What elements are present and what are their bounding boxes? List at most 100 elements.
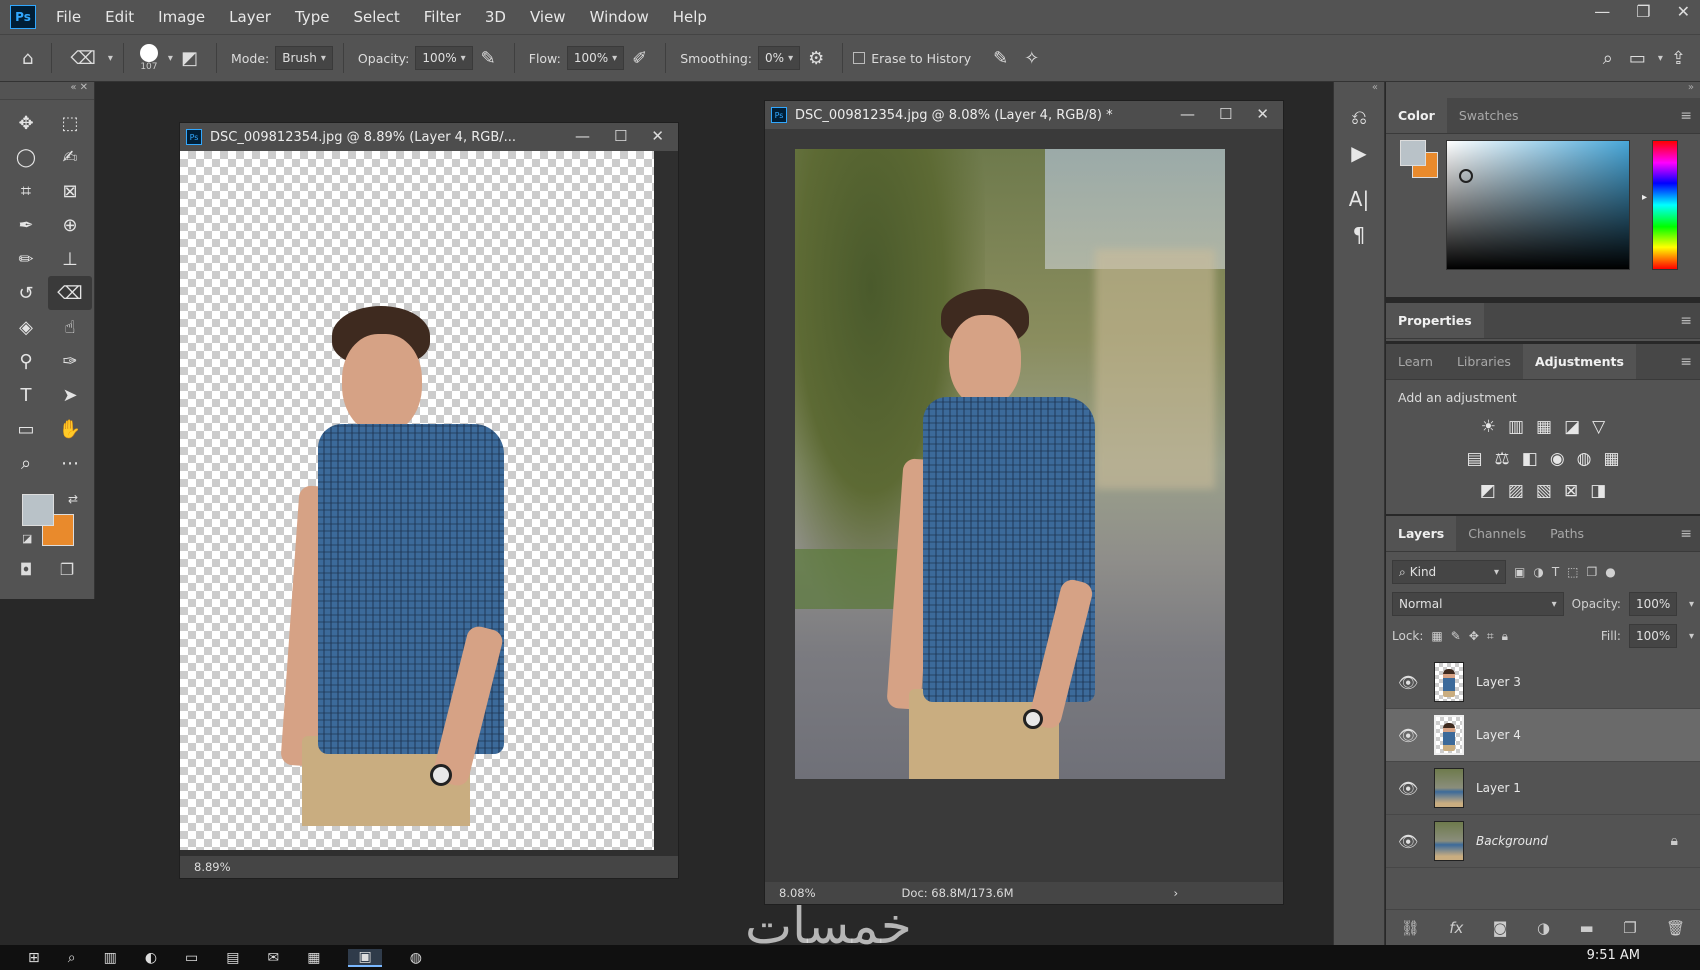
- visibility-eye-icon[interactable]: 👁︎: [1398, 832, 1422, 851]
- default-colors-icon[interactable]: ◪: [22, 532, 32, 545]
- crop-tool-icon[interactable]: ⌗: [4, 174, 48, 208]
- menu-filter[interactable]: Filter: [424, 8, 461, 26]
- tab-layers[interactable]: Layers: [1386, 516, 1457, 551]
- chevron-down-icon[interactable]: ▾: [1689, 631, 1694, 642]
- color-panel-foreground-swatch[interactable]: [1400, 140, 1426, 166]
- visibility-eye-icon[interactable]: 👁︎: [1398, 779, 1422, 798]
- layer-row-background[interactable]: 👁︎ Background 🔒︎: [1386, 815, 1700, 868]
- gear-icon[interactable]: ⚙: [808, 48, 824, 69]
- menu-3d[interactable]: 3D: [485, 8, 506, 26]
- hue-slider-arrow-icon[interactable]: ▸: [1642, 192, 1647, 203]
- airbrush-icon[interactable]: ✐: [632, 48, 647, 69]
- filter-pixel-icon[interactable]: ▣: [1514, 565, 1525, 579]
- visibility-eye-icon[interactable]: 👁︎: [1398, 726, 1422, 745]
- store-icon[interactable]: ▤: [226, 950, 239, 966]
- eraser-tool-preset-icon[interactable]: ⌫: [70, 48, 95, 69]
- swap-colors-icon[interactable]: ⇄: [68, 492, 78, 506]
- chrome-icon[interactable]: ◍: [410, 950, 422, 966]
- lock-icon[interactable]: 🔒︎: [1671, 833, 1678, 849]
- minimize-icon[interactable]: —: [1180, 105, 1195, 123]
- maximize-icon[interactable]: ☐: [1219, 105, 1232, 123]
- taskbar-clock[interactable]: 9:51 AM: [1587, 948, 1640, 963]
- actions-play-icon[interactable]: ▶: [1334, 141, 1384, 165]
- add-mask-icon[interactable]: ◙: [1493, 919, 1508, 937]
- vibrance-icon[interactable]: ▽: [1592, 417, 1605, 437]
- erase-to-history-checkbox[interactable]: [853, 52, 866, 64]
- document-1-titlebar[interactable]: Ps DSC_009812354.jpg @ 8.89% (Layer 4, R…: [180, 123, 678, 151]
- history-brush-tool-icon[interactable]: ↺: [4, 276, 48, 310]
- foreground-color-swatch[interactable]: [22, 494, 54, 526]
- layer-style-fx-icon[interactable]: fx: [1449, 919, 1463, 937]
- panel-menu-icon[interactable]: ≡: [1680, 354, 1692, 370]
- new-adjustment-layer-icon[interactable]: ◑: [1537, 919, 1550, 937]
- filter-shape-icon[interactable]: ⬚: [1567, 565, 1578, 579]
- black-white-icon[interactable]: ◧: [1522, 449, 1538, 469]
- search-icon[interactable]: ⌕: [68, 950, 76, 966]
- lock-artboard-icon[interactable]: ⌗: [1487, 629, 1494, 644]
- layer-filter-select[interactable]: ⌕ Kind ▾: [1392, 560, 1506, 584]
- hue-slider[interactable]: [1652, 140, 1678, 270]
- brush-tool-icon[interactable]: ✏: [4, 242, 48, 276]
- eraser-tool-icon[interactable]: ⌫: [48, 276, 92, 310]
- hand-tool-icon[interactable]: ✋: [48, 412, 92, 446]
- windows-start-icon[interactable]: ⊞: [28, 950, 40, 966]
- tab-properties[interactable]: Properties: [1386, 303, 1484, 338]
- color-picker-cursor[interactable]: [1459, 169, 1473, 183]
- tab-swatches[interactable]: Swatches: [1447, 98, 1531, 133]
- menu-window[interactable]: Window: [590, 8, 649, 26]
- document-1-zoom[interactable]: 8.89%: [194, 860, 231, 874]
- lasso-tool-icon[interactable]: ◯: [4, 140, 48, 174]
- layer-fill-input[interactable]: 100%: [1628, 624, 1677, 648]
- quick-mask-icon[interactable]: ◘: [20, 560, 33, 579]
- delete-layer-trash-icon[interactable]: 🗑︎: [1666, 919, 1685, 937]
- document-2-info[interactable]: Doc: 68.8M/173.6M: [902, 886, 1014, 900]
- maximize-icon[interactable]: ☐: [614, 127, 627, 145]
- smudge-tool-icon[interactable]: ☝: [48, 310, 92, 344]
- color-lookup-icon[interactable]: ▦: [1604, 449, 1620, 469]
- flow-input[interactable]: 100% ▾: [566, 46, 625, 70]
- chevron-down-icon[interactable]: ▾: [108, 53, 113, 64]
- document-2-titlebar[interactable]: Ps DSC_009812354.jpg @ 8.08% (Layer 4, R…: [765, 101, 1283, 129]
- mail-icon[interactable]: ✉: [268, 950, 280, 966]
- menu-help[interactable]: Help: [673, 8, 707, 26]
- menu-edit[interactable]: Edit: [105, 8, 134, 26]
- layer-opacity-input[interactable]: 100%: [1628, 592, 1677, 616]
- filter-toggle[interactable]: ●: [1605, 565, 1615, 579]
- chevron-down-icon[interactable]: ▾: [1658, 53, 1663, 64]
- search-icon[interactable]: ⌕: [1603, 48, 1613, 69]
- exposure-icon[interactable]: ◪: [1564, 417, 1580, 437]
- menu-type[interactable]: Type: [295, 8, 329, 26]
- color-balance-icon[interactable]: ⚖: [1495, 449, 1510, 469]
- visibility-eye-icon[interactable]: 👁︎: [1398, 673, 1422, 692]
- menu-select[interactable]: Select: [353, 8, 399, 26]
- transparent-canvas[interactable]: [180, 151, 654, 850]
- brush-settings-icon[interactable]: ◩: [181, 48, 198, 69]
- share-icon[interactable]: ⇪: [1671, 48, 1686, 69]
- zoom-tool-icon[interactable]: ⌕: [4, 446, 48, 480]
- move-tool-icon[interactable]: ✥: [4, 106, 48, 140]
- menu-view[interactable]: View: [530, 8, 566, 26]
- symmetry-icon[interactable]: ✧: [1024, 48, 1039, 69]
- task-view-icon[interactable]: ▥: [104, 950, 117, 966]
- document-1-canvas-area[interactable]: [180, 151, 678, 858]
- pen-tool-icon[interactable]: ✑: [48, 344, 92, 378]
- tab-color[interactable]: Color: [1386, 98, 1447, 133]
- blend-mode-select[interactable]: Normal ▾: [1392, 592, 1564, 616]
- filter-adjustment-icon[interactable]: ◑: [1533, 565, 1543, 579]
- eyedropper-tool-icon[interactable]: ✒: [4, 208, 48, 242]
- tab-channels[interactable]: Channels: [1456, 516, 1538, 551]
- smoothing-input[interactable]: 0% ▾: [758, 46, 801, 70]
- home-icon[interactable]: ⌂: [22, 48, 33, 69]
- menu-layer[interactable]: Layer: [229, 8, 271, 26]
- document-2-canvas-area[interactable]: [765, 129, 1283, 884]
- layer-row-layer-3[interactable]: 👁︎ Layer 3: [1386, 656, 1700, 709]
- lock-position-icon[interactable]: ✥: [1469, 629, 1479, 643]
- frame-tool-icon[interactable]: ⊠: [48, 174, 92, 208]
- quick-selection-tool-icon[interactable]: ✍: [48, 140, 92, 174]
- path-selection-tool-icon[interactable]: ➤: [48, 378, 92, 412]
- layer-row-layer-4[interactable]: 👁︎ Layer 4: [1386, 709, 1700, 762]
- illustrator-icon[interactable]: ▦: [307, 950, 320, 966]
- hue-saturation-icon[interactable]: ▤: [1466, 449, 1482, 469]
- invert-icon[interactable]: ◩: [1480, 481, 1496, 501]
- close-button[interactable]: ✕: [1677, 2, 1690, 21]
